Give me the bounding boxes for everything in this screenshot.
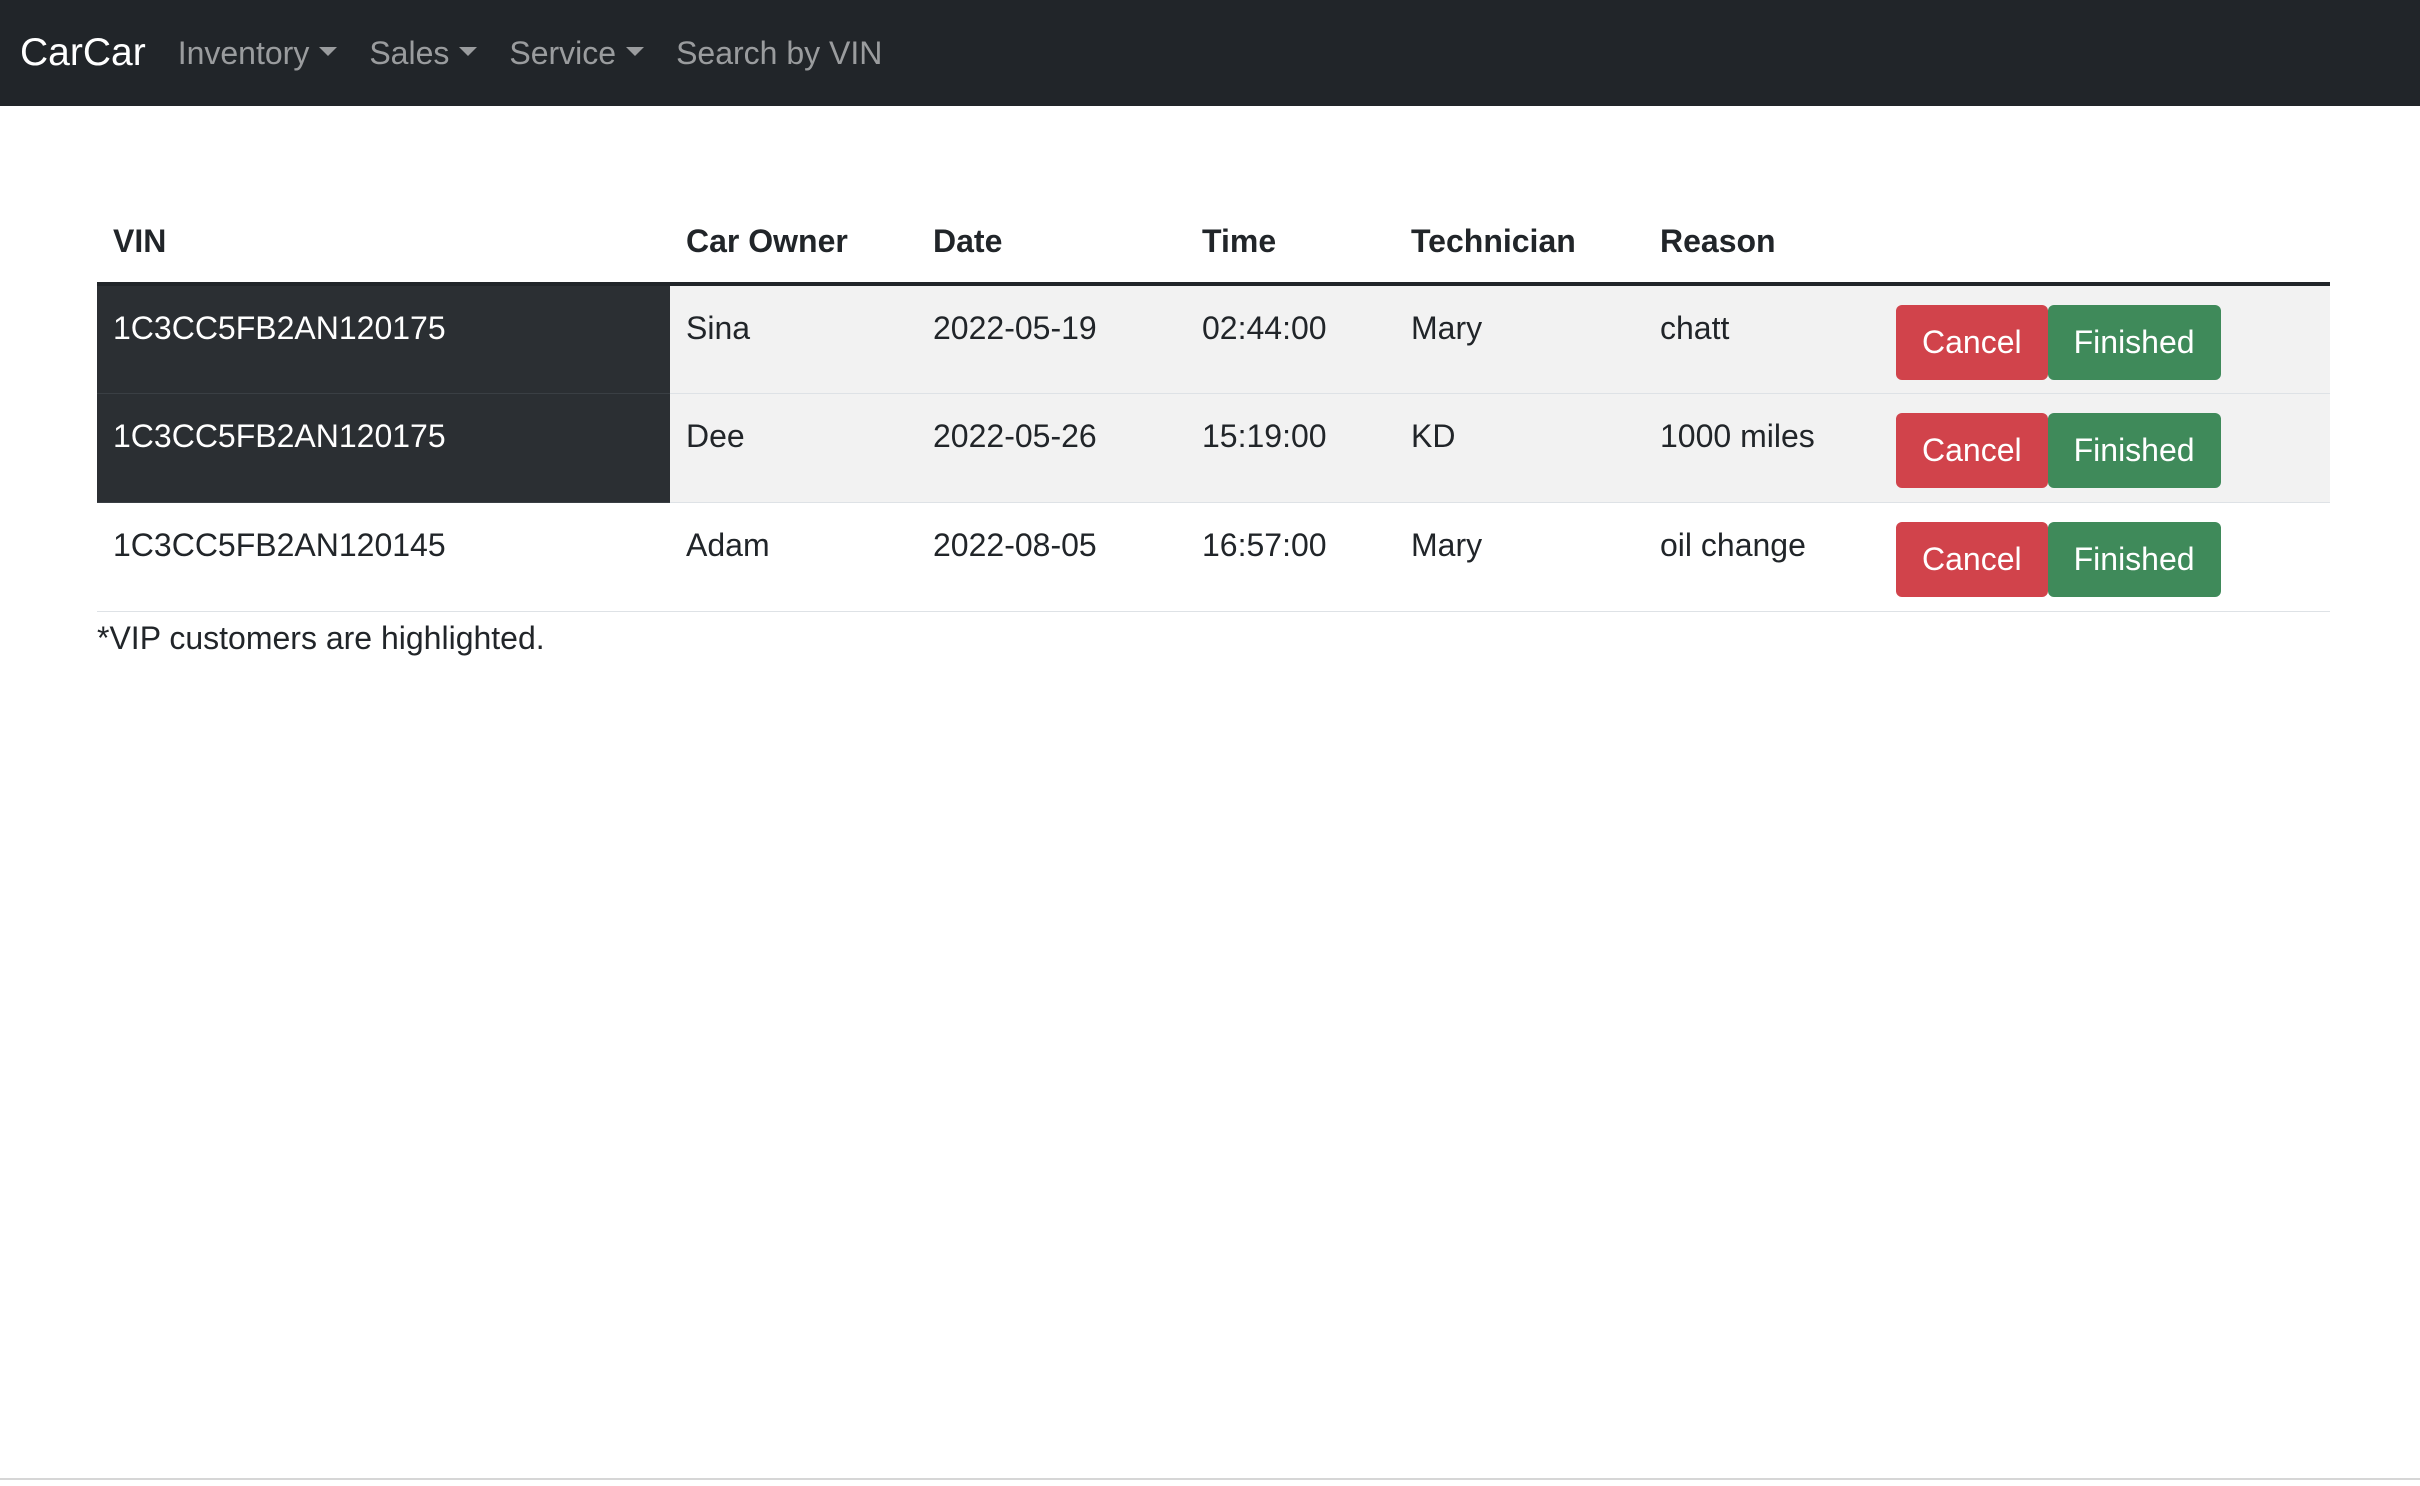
bottom-divider [0,1478,2420,1480]
date-cell: 2022-08-05 [917,502,1186,612]
appointments-section: VIN Car Owner Date Time Technician Reaso… [97,200,2330,657]
nav-inventory-dropdown[interactable]: Inventory [178,35,338,72]
actions-cell: Cancel Finished [1880,502,2330,612]
time-cell: 02:44:00 [1186,284,1395,394]
appointments-table: VIN Car Owner Date Time Technician Reaso… [97,200,2330,612]
owner-cell: Sina [670,284,917,394]
reason-cell: chatt [1644,284,1880,394]
header-time: Time [1186,200,1395,286]
table-row: 1C3CC5FB2AN120175 Sina 2022-05-19 02:44:… [97,284,2330,394]
caret-down-icon [459,46,478,56]
header-actions [1880,200,2330,286]
caret-down-icon [319,46,338,56]
nav-sales-dropdown[interactable]: Sales [369,34,478,72]
header-technician: Technician [1395,200,1644,286]
technician-cell: Mary [1395,284,1644,394]
date-cell: 2022-05-19 [917,284,1186,394]
nav-service-label: Service [509,34,617,71]
nav-service-dropdown[interactable]: Service [509,34,645,72]
technician-cell: KD [1395,393,1644,503]
header-reason: Reason [1644,200,1880,286]
reason-cell: oil change [1644,502,1880,612]
nav-search-by-vin-link[interactable]: Search by VIN [676,35,882,72]
vin-cell: 1C3CC5FB2AN120175 [97,284,670,394]
header-date: Date [917,200,1186,286]
technician-cell: Mary [1395,502,1644,612]
header-vin: VIN [97,200,670,286]
header-car-owner: Car Owner [670,200,917,286]
table-header-row: VIN Car Owner Date Time Technician Reaso… [97,200,2330,286]
vin-cell: 1C3CC5FB2AN120175 [97,393,670,503]
time-cell: 15:19:00 [1186,393,1395,503]
actions-cell: Cancel Finished [1880,284,2330,394]
finished-button[interactable]: Finished [2047,412,2221,488]
actions-cell: Cancel Finished [1880,393,2330,503]
owner-cell: Dee [670,393,917,503]
nav-search-by-vin-label: Search by VIN [676,34,883,71]
vin-cell: 1C3CC5FB2AN120145 [97,502,670,612]
cancel-button[interactable]: Cancel [1896,305,2048,380]
caret-down-icon [626,46,645,56]
brand-link[interactable]: CarCar [20,31,146,75]
date-cell: 2022-05-26 [917,393,1186,503]
vip-note: *VIP customers are highlighted. [97,619,545,656]
time-cell: 16:57:00 [1186,502,1395,612]
cancel-button[interactable]: Cancel [1896,412,2048,488]
table-row: 1C3CC5FB2AN120175 Dee 2022-05-26 15:19:0… [97,393,2330,503]
nav-sales-label: Sales [369,34,450,71]
cancel-button[interactable]: Cancel [1896,521,2048,597]
finished-button[interactable]: Finished [2047,521,2221,597]
top-navbar: CarCar Inventory Sales Service Search by… [0,0,2420,106]
table-row: 1C3CC5FB2AN120145 Adam 2022-08-05 16:57:… [97,502,2330,612]
reason-cell: 1000 miles [1644,393,1880,503]
finished-button[interactable]: Finished [2047,305,2221,380]
owner-cell: Adam [670,502,917,612]
nav-inventory-label: Inventory [177,34,310,71]
